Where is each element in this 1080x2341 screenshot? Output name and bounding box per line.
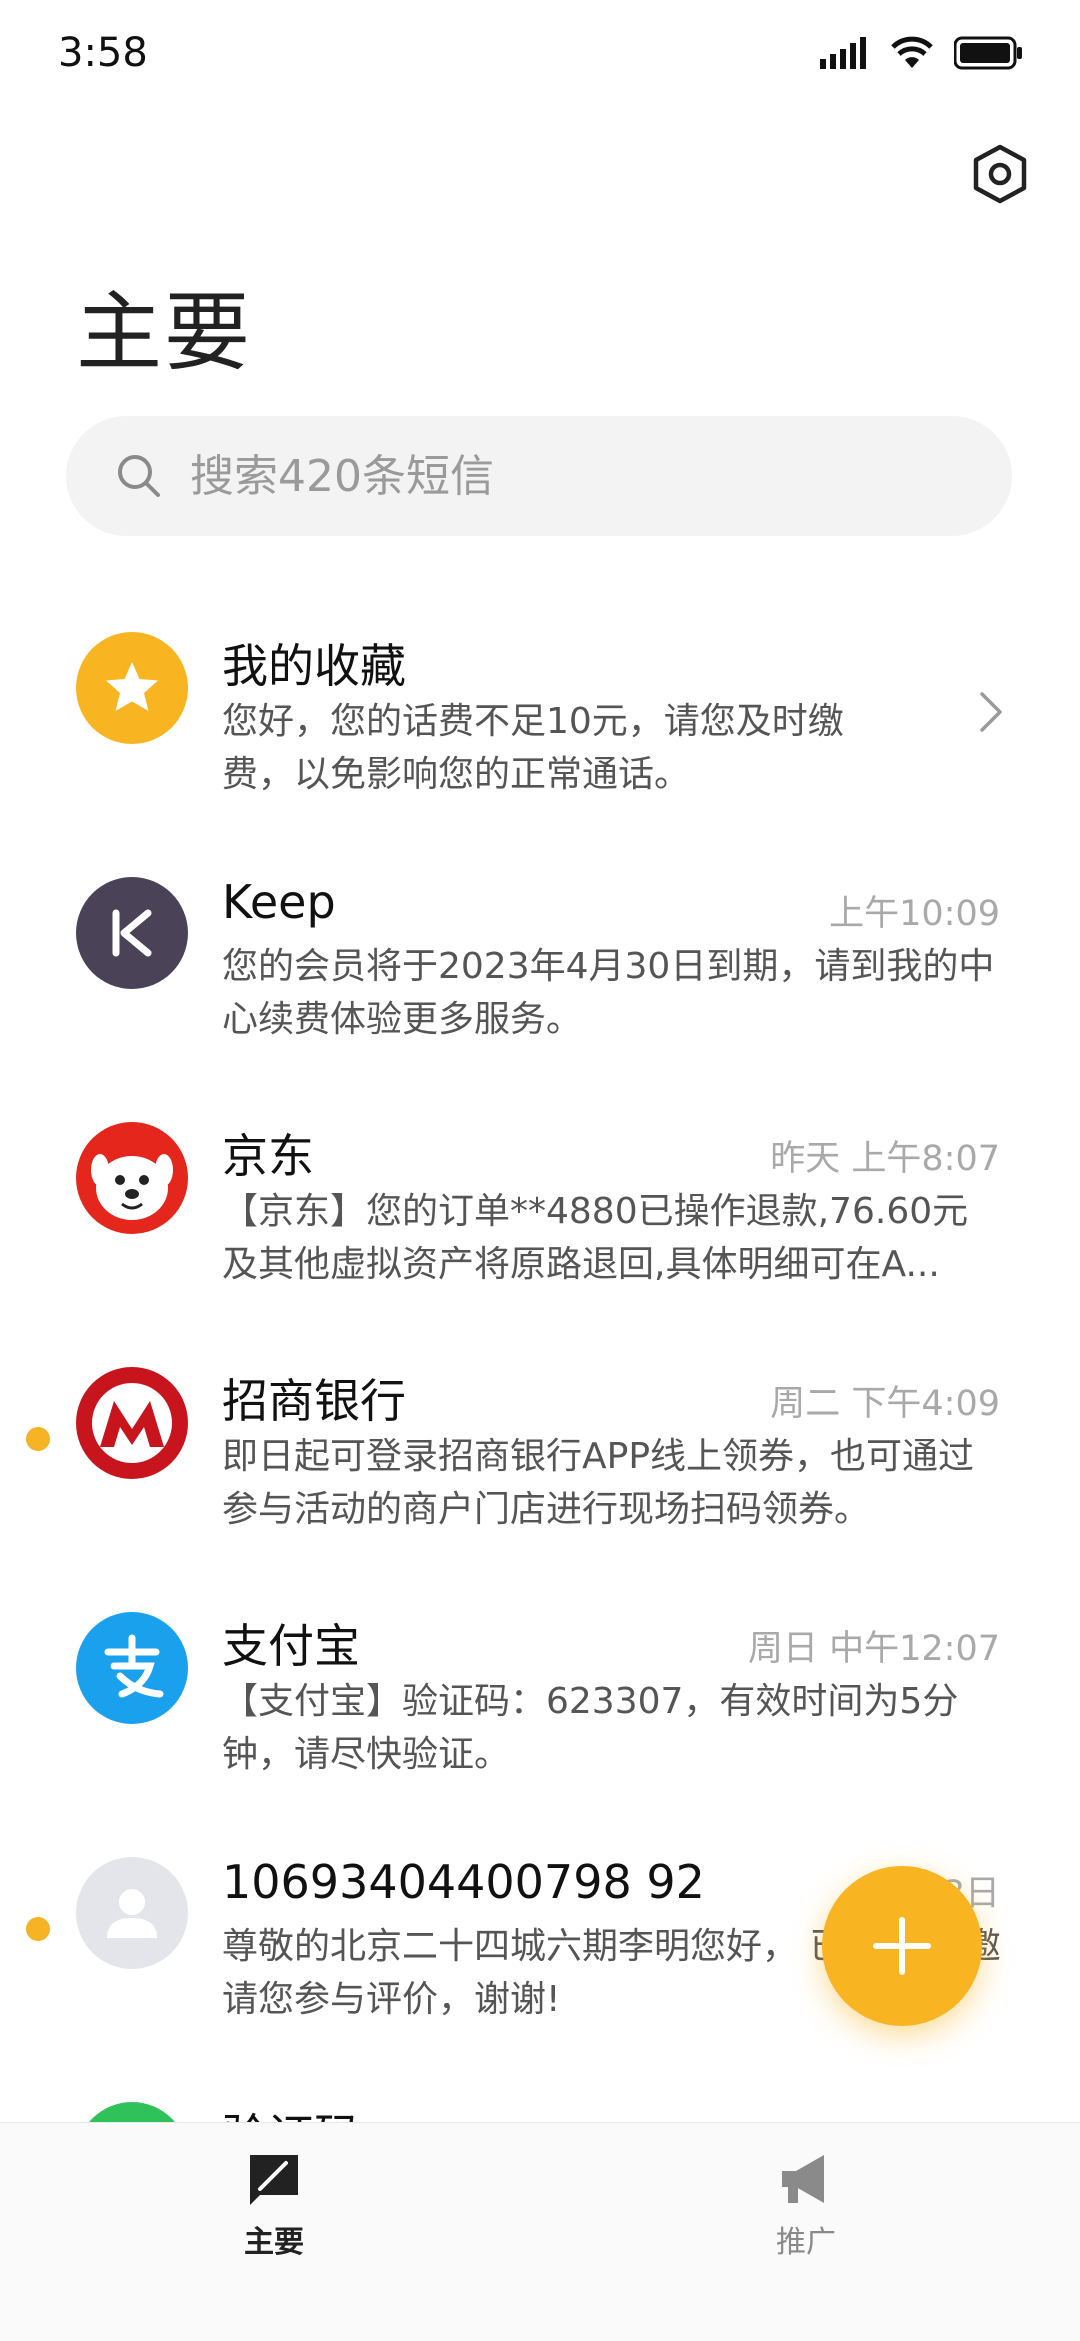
avatar	[76, 1367, 188, 1479]
status-bar: 3:58	[0, 0, 1080, 110]
conversation-preview: 您的会员将于2023年4月30日到期，请到我的中心续费体验更多服务。	[222, 946, 995, 1040]
search-input[interactable]	[188, 449, 972, 503]
conversation-item[interactable]: 我的收藏 您好，您的话费不足10元，请您及时缴费，以免影响您的正常通话。	[0, 600, 1080, 845]
alipay-logo-icon	[104, 1634, 164, 1698]
search-icon	[118, 455, 160, 497]
conversation-preview: 即日起可登录招商银行APP线上领券，也可通过参与活动的商户门店进行现场扫码领券。	[222, 1436, 975, 1530]
avatar	[76, 1122, 188, 1234]
conversation-time: 上午10:09	[829, 894, 1000, 934]
conversation-name: 京东	[222, 1129, 314, 1183]
battery-icon	[954, 36, 1022, 70]
jd-dog-icon	[91, 1154, 173, 1220]
unread-dot	[26, 1427, 50, 1451]
tab-main[interactable]: 主要	[184, 2151, 364, 2261]
conversation-name: Keep	[222, 875, 336, 929]
conversation-time: 昨天 上午8:07	[770, 1139, 1000, 1179]
conversation-preview: 【支付宝】验证码：623307，有效时间为5分钟，请尽快验证。	[222, 1681, 959, 1775]
wifi-icon	[891, 36, 933, 68]
chevron-right-icon	[980, 692, 1002, 732]
status-icons	[820, 36, 1024, 70]
settings-button[interactable]	[966, 140, 1034, 208]
unread-dot	[26, 1917, 50, 1941]
page-title: 主要	[76, 283, 252, 383]
conversation-time: 周二 下午4:09	[770, 1384, 1000, 1424]
conversation-preview: 您好，您的话费不足10元，请您及时缴费，以免影响您的正常通话。	[222, 701, 844, 795]
conversation-item[interactable]: Keep 上午10:09 您的会员将于2023年4月30日到期，请到我的中心续费…	[0, 845, 1080, 1090]
new-message-button[interactable]	[822, 1866, 982, 2026]
compose-icon	[250, 2155, 298, 2205]
conversation-preview: 【京东】您的订单**4880已操作退款,76.60元及其他虚拟资产将原路退回,具…	[222, 1191, 969, 1285]
conversation-name: 支付宝	[222, 1619, 360, 1673]
conversation-item[interactable]: 支付宝 周日 中午12:07 【支付宝】验证码：623307，有效时间为5分钟，…	[0, 1580, 1080, 1825]
signal-icon	[820, 37, 866, 69]
conversation-item[interactable]: 京东 昨天 上午8:07 【京东】您的订单**4880已操作退款,76.60元及…	[0, 1090, 1080, 1335]
avatar	[76, 632, 188, 744]
tab-main-label: 主要	[244, 2225, 304, 2260]
keep-logo-icon	[112, 909, 152, 957]
conversation-name: 招商银行	[222, 1374, 406, 1428]
star-icon	[106, 662, 158, 711]
conversation-time: 周日 中午12:07	[748, 1629, 1000, 1669]
settings-hexagon-icon	[973, 144, 1027, 204]
person-icon	[107, 1889, 157, 1938]
status-time: 3:58	[58, 30, 148, 76]
search-bar[interactable]	[66, 416, 1012, 536]
plus-icon	[873, 1917, 931, 1975]
conversation-name: 10693404400798 92	[222, 1855, 705, 1909]
tab-promotions-label: 推广	[776, 2225, 836, 2260]
megaphone-icon	[782, 2155, 824, 2203]
cmb-logo-icon	[92, 1383, 172, 1463]
avatar	[76, 877, 188, 989]
conversation-item[interactable]: 招商银行 周二 下午4:09 即日起可登录招商银行APP线上领券，也可通过参与活…	[0, 1335, 1080, 1580]
avatar	[76, 1612, 188, 1724]
bottom-nav: 主要 推广	[0, 2122, 1080, 2341]
conversation-list: 我的收藏 您好，您的话费不足10元，请您及时缴费，以免影响您的正常通话。 Kee…	[0, 600, 1080, 2315]
tab-promotions[interactable]: 推广	[716, 2151, 896, 2261]
avatar	[76, 1857, 188, 1969]
conversation-name: 我的收藏	[222, 639, 406, 693]
